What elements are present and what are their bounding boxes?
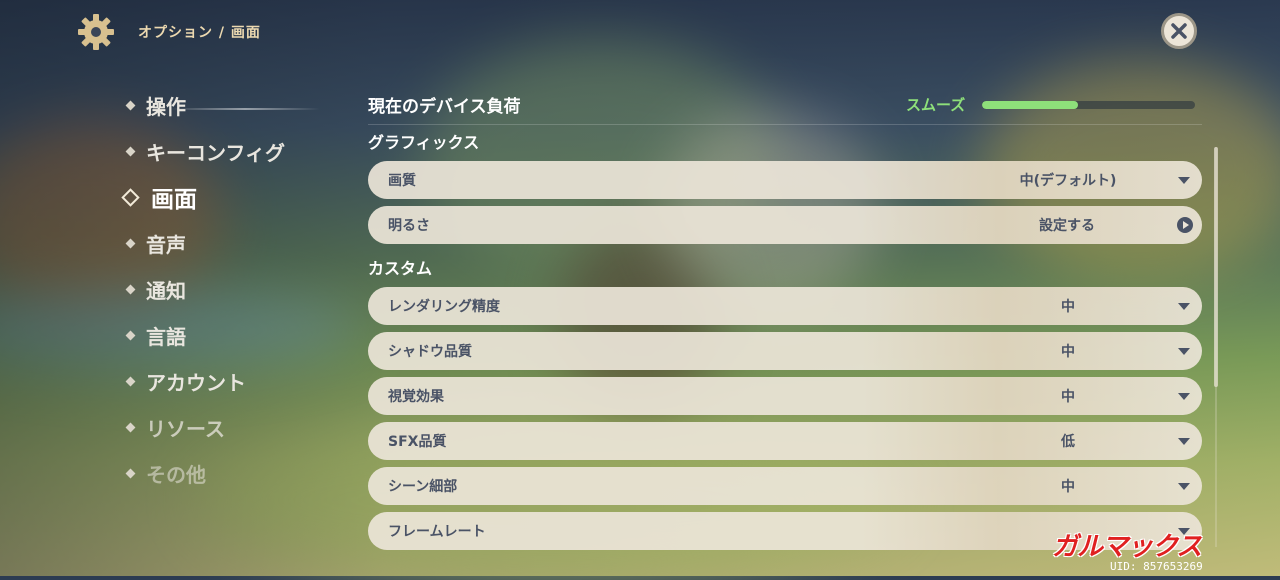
- sidebar-item-resources[interactable]: リソース: [120, 404, 350, 450]
- sidebar-item-label: 操作: [146, 94, 186, 119]
- sidebar-item-label: キーコンフィグ: [146, 140, 285, 165]
- setting-label: シーン細部: [388, 479, 458, 495]
- sidebar-item-label: その他: [146, 462, 206, 487]
- sidebar-item-audio[interactable]: 音声: [120, 220, 350, 266]
- dropdown-arrow-icon[interactable]: [1178, 347, 1190, 355]
- sidebar-item-notifications[interactable]: 通知: [120, 266, 350, 312]
- diamond-icon: [125, 238, 136, 248]
- section-title-custom: カスタム: [368, 259, 433, 278]
- setting-row-render-resolution[interactable]: レンダリング精度 中: [368, 287, 1202, 325]
- dropdown-arrow-icon[interactable]: [1178, 482, 1190, 490]
- diamond-icon: [125, 100, 136, 110]
- header: オプション / 画面: [76, 12, 261, 52]
- setting-label: フレームレート: [388, 524, 486, 540]
- setting-value: 中: [1061, 344, 1075, 360]
- dropdown-arrow-icon[interactable]: [1178, 437, 1190, 445]
- setting-label: シャドウ品質: [388, 344, 472, 360]
- setting-value: 中: [1061, 389, 1075, 405]
- setting-label: 視覚効果: [388, 389, 444, 405]
- diamond-icon: [125, 330, 136, 340]
- device-load-row: 現在のデバイス負荷 スムーズ: [368, 82, 1202, 125]
- watermark-logo: ガルマックス: [1052, 532, 1202, 562]
- diamond-icon: [125, 376, 136, 386]
- setting-value: 低: [1061, 434, 1075, 450]
- sidebar-item-label: 通知: [146, 278, 186, 303]
- dropdown-arrow-icon[interactable]: [1178, 176, 1190, 184]
- play-arrow-icon[interactable]: [1177, 217, 1193, 233]
- gear-icon: [78, 14, 114, 50]
- settings-panel: 現在のデバイス負荷 スムーズ グラフィックス 画質 中(デフォルト) 明るさ 設…: [368, 82, 1202, 557]
- sidebar-item-keyconfig[interactable]: キーコンフィグ: [120, 128, 350, 174]
- setting-row-quality[interactable]: 画質 中(デフォルト): [368, 161, 1202, 199]
- dropdown-arrow-icon[interactable]: [1178, 302, 1190, 310]
- sidebar-item-language[interactable]: 言語: [120, 312, 350, 358]
- sidebar-nav: 操作 キーコンフィグ 画面 音声 通知 言語 アカウント リソース その他: [120, 82, 350, 496]
- sidebar-item-label: 音声: [146, 232, 186, 257]
- diamond-icon: [125, 284, 136, 294]
- device-load-bar: [982, 101, 1195, 109]
- sidebar-item-label: 言語: [146, 324, 186, 349]
- diamond-icon: [121, 187, 140, 207]
- close-button[interactable]: [1161, 13, 1197, 49]
- breadcrumb: オプション / 画面: [138, 25, 261, 41]
- setting-row-brightness[interactable]: 明るさ 設定する: [368, 206, 1202, 244]
- sidebar-item-label: 画面: [151, 187, 197, 213]
- sidebar-item-other[interactable]: その他: [120, 450, 350, 496]
- setting-label: レンダリング精度: [388, 299, 500, 315]
- diamond-icon: [125, 146, 136, 156]
- sidebar-item-controls[interactable]: 操作: [120, 82, 350, 128]
- sidebar-item-label: アカウント: [146, 370, 246, 395]
- setting-row-scene-detail[interactable]: シーン細部 中: [368, 467, 1202, 505]
- setting-row-visual-effects[interactable]: 視覚効果 中: [368, 377, 1202, 415]
- device-load-status: スムーズ: [906, 96, 966, 114]
- diamond-icon: [125, 468, 136, 478]
- uid-label: UID: 857653269: [1110, 560, 1203, 573]
- sidebar-item-display[interactable]: 画面: [120, 174, 350, 220]
- device-load-fill: [982, 101, 1078, 109]
- setting-value: 中: [1061, 479, 1075, 495]
- setting-value: 中: [1061, 299, 1075, 315]
- section-title-graphics: グラフィックス: [368, 133, 480, 152]
- close-icon: [1171, 23, 1187, 39]
- setting-row-shadow-quality[interactable]: シャドウ品質 中: [368, 332, 1202, 370]
- scrollbar-thumb[interactable]: [1214, 147, 1218, 387]
- sidebar-item-label: リソース: [146, 416, 225, 441]
- setting-label: 明るさ: [388, 218, 430, 234]
- sidebar-item-account[interactable]: アカウント: [120, 358, 350, 404]
- device-load-title: 現在のデバイス負荷: [368, 97, 521, 117]
- setting-label: SFX品質: [388, 434, 447, 450]
- dropdown-arrow-icon[interactable]: [1178, 392, 1190, 400]
- setting-row-sfx-quality[interactable]: SFX品質 低: [368, 422, 1202, 460]
- setting-label: 画質: [388, 173, 416, 189]
- diamond-icon: [125, 422, 136, 432]
- setting-value: 中(デフォルト): [1019, 173, 1117, 189]
- setting-value: 設定する: [1039, 218, 1095, 234]
